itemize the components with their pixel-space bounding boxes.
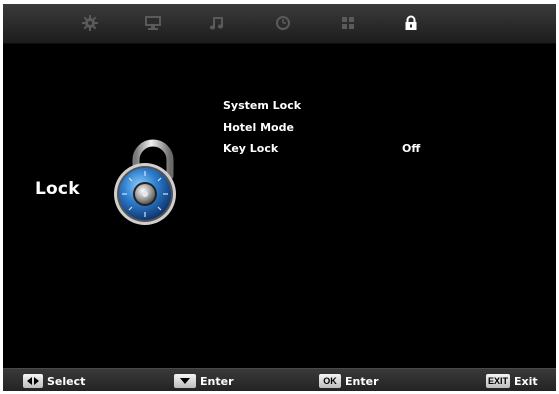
hint-enter-down: Enter xyxy=(174,373,234,389)
bottom-hint-bar: Select Enter OK Enter EXIT Exit xyxy=(3,368,556,391)
hint-enter-ok-label: Enter xyxy=(345,374,379,388)
music-note-icon xyxy=(208,15,226,31)
menu-item-key-lock[interactable]: Key Lock xyxy=(223,141,278,157)
grid-icon xyxy=(340,15,356,31)
hint-enter-ok: OK Enter xyxy=(319,373,379,389)
menu-item-system-lock[interactable]: System Lock xyxy=(223,98,301,114)
hint-select: Select xyxy=(23,373,85,389)
monitor-icon xyxy=(144,15,162,31)
tab-time[interactable] xyxy=(267,8,299,38)
menu-item-hotel-mode[interactable]: Hotel Mode xyxy=(223,120,294,136)
exit-key-badge: EXIT xyxy=(486,374,510,388)
hint-exit: EXIT Exit xyxy=(486,373,538,389)
hint-enter-down-label: Enter xyxy=(200,374,234,388)
key-lock-value[interactable]: Off xyxy=(402,141,420,157)
page-title: Lock xyxy=(35,179,80,199)
clock-icon xyxy=(275,15,291,31)
padlock-icon xyxy=(100,136,200,231)
left-right-arrows-icon xyxy=(23,374,43,388)
gear-icon xyxy=(81,14,99,32)
tab-sound[interactable] xyxy=(201,8,233,38)
tab-lock[interactable] xyxy=(395,8,427,38)
hint-exit-label: Exit xyxy=(514,374,538,388)
screen: Lock System Lock Hotel Mode Key Lock Off… xyxy=(3,4,556,391)
lock-icon xyxy=(403,15,419,31)
tab-setup[interactable] xyxy=(332,8,364,38)
tab-screen[interactable] xyxy=(137,8,169,38)
down-arrow-icon xyxy=(174,374,196,388)
ok-key-badge: OK xyxy=(319,374,341,388)
top-menu-bar xyxy=(3,4,556,44)
tab-picture-settings[interactable] xyxy=(74,8,106,38)
hint-select-label: Select xyxy=(47,374,86,388)
